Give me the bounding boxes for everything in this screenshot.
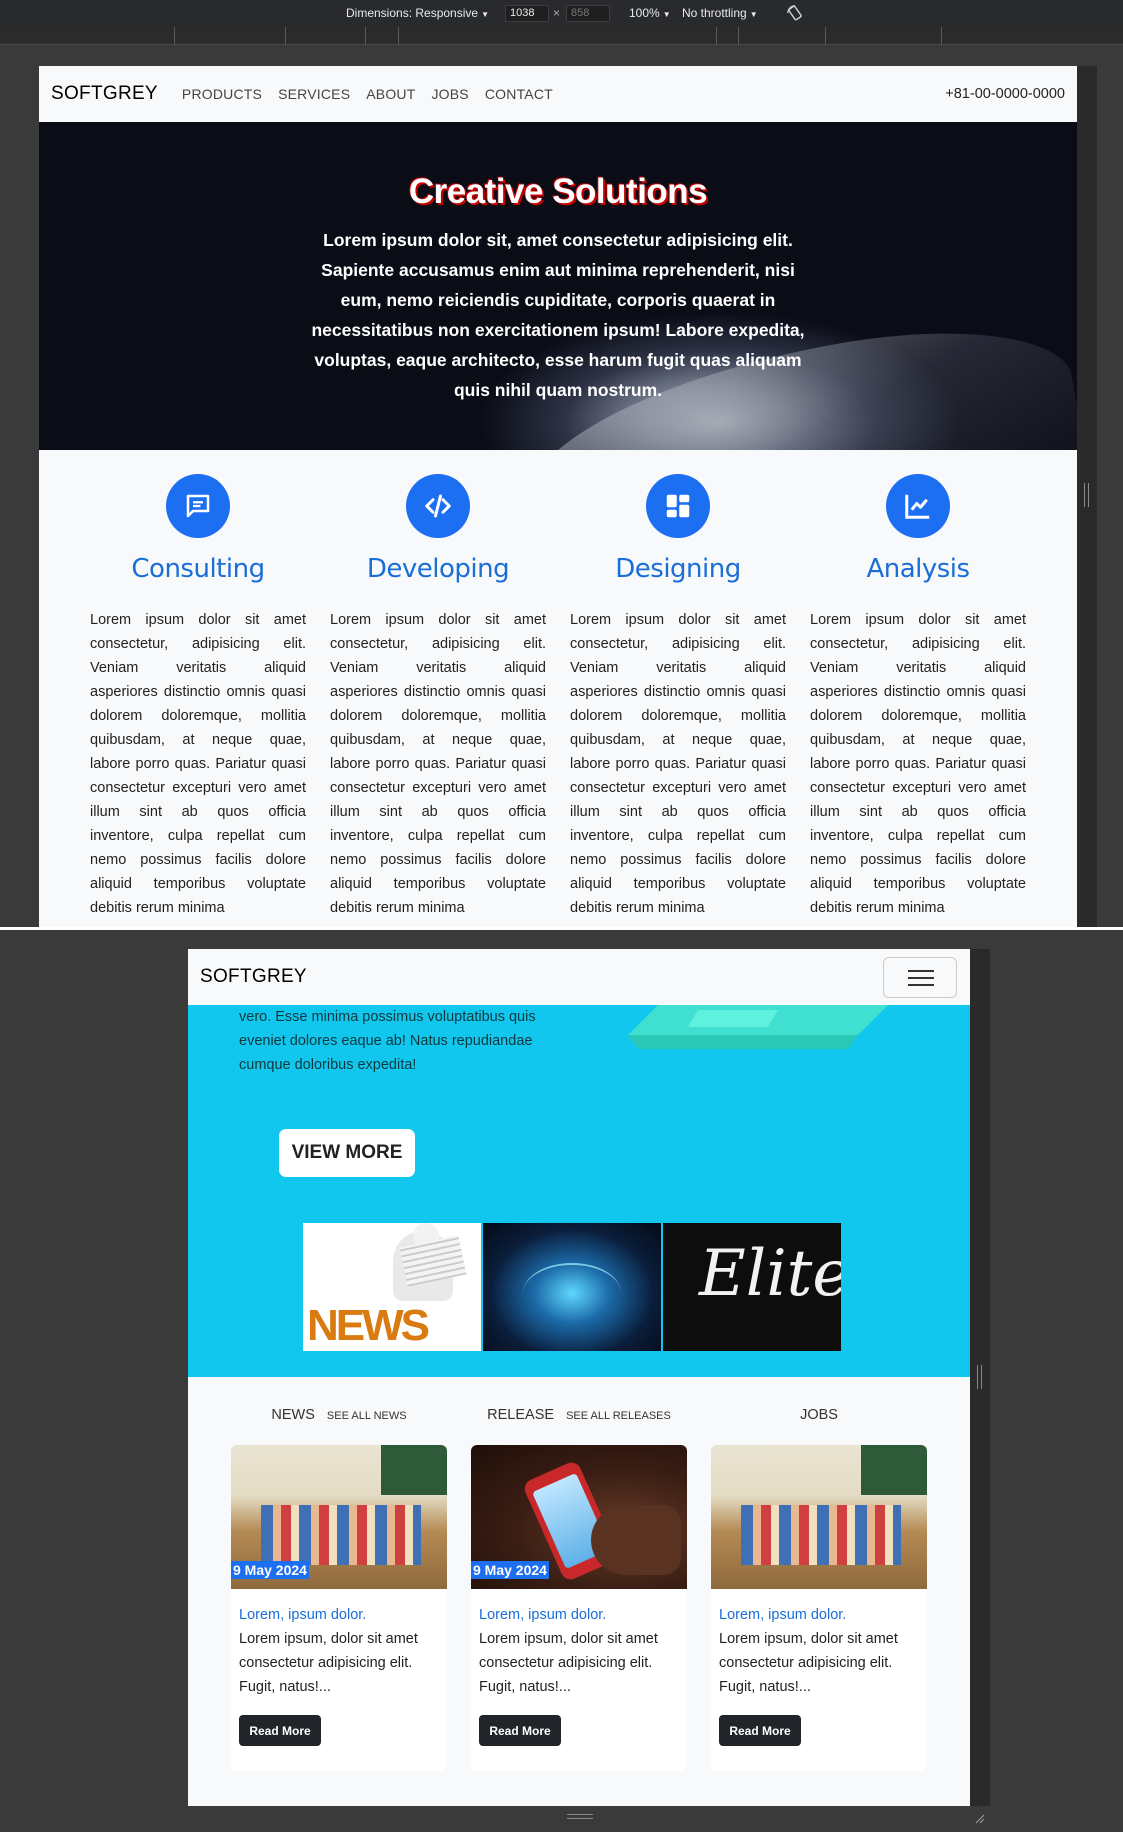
laptop-image bbox=[628, 1005, 888, 1049]
chevron-down-icon: ▼ bbox=[481, 10, 489, 19]
hero-text: Lorem ipsum dolor sit, amet consectetur … bbox=[311, 230, 805, 400]
feed-column: NEWS SEE ALL NEWS 9 May 2024 Lorem, ipsum… bbox=[231, 1407, 447, 1771]
height-input[interactable]: 858 bbox=[566, 5, 610, 22]
viewport-mobile: SOFTGREY vero. Esse minima possimus volu… bbox=[188, 949, 970, 1806]
grid-layout-icon bbox=[646, 474, 710, 538]
read-more-button[interactable]: Read More bbox=[719, 1715, 801, 1746]
feeds-section: NEWS SEE ALL NEWS 9 May 2024 Lorem, ipsum… bbox=[188, 1377, 970, 1771]
zoom-label: 100% bbox=[629, 6, 660, 20]
chevron-down-icon: ▼ bbox=[749, 10, 758, 19]
navbar-mobile: SOFTGREY bbox=[188, 949, 970, 1005]
hamburger-menu-icon[interactable] bbox=[883, 957, 957, 998]
dimensions-label: Dimensions: Responsive bbox=[346, 6, 479, 20]
navbar: SOFTGREY PRODUCTS SERVICES ABOUT JOBS CO… bbox=[39, 66, 1077, 122]
media-query-ruler[interactable] bbox=[0, 27, 1123, 45]
throttling-label: No throttling bbox=[682, 6, 747, 20]
read-more-button[interactable]: Read More bbox=[479, 1715, 561, 1746]
news-thumbnail-caption: NEWS bbox=[307, 1301, 430, 1350]
viewport-desktop: SOFTGREY PRODUCTS SERVICES ABOUT JOBS CO… bbox=[39, 66, 1077, 927]
card-text: Lorem ipsum, dolor sit amet consectetur … bbox=[719, 1631, 898, 1695]
news-thumbnail[interactable]: NEWS bbox=[303, 1223, 481, 1351]
card-text: Lorem ipsum, dolor sit amet consectetur … bbox=[479, 1631, 658, 1695]
date-badge: 9 May 2024 bbox=[471, 1561, 549, 1579]
date-badge: 9 May 2024 bbox=[231, 1561, 309, 1579]
devtools-toolbar: Dimensions: Responsive ▼ 1038 × 858 100% ▼… bbox=[0, 0, 1123, 27]
service-title: Consulting bbox=[131, 554, 265, 584]
service-text: Lorem ipsum dolor sit amet consectetur, … bbox=[810, 612, 1026, 916]
service-text: Lorem ipsum dolor sit amet consectetur, … bbox=[330, 612, 546, 916]
card-text: Lorem ipsum, dolor sit amet consectetur … bbox=[239, 1631, 418, 1695]
bottom-resize-handle-icon[interactable] bbox=[567, 1814, 593, 1819]
service-card: Consulting Lorem ipsum dolor sit amet co… bbox=[90, 474, 306, 920]
card-title[interactable]: Lorem, ipsum dolor. bbox=[239, 1607, 439, 1623]
service-title: Designing bbox=[615, 554, 741, 584]
card-title[interactable]: Lorem, ipsum dolor. bbox=[719, 1607, 919, 1623]
feed-column: JOBS Lorem, ipsum dolor. Lorem ipsum, do… bbox=[711, 1407, 927, 1771]
see-all-link[interactable]: SEE ALL NEWS bbox=[327, 1410, 407, 1422]
dimensions-dropdown[interactable]: Dimensions: Responsive ▼ bbox=[346, 6, 489, 20]
thumbnail-strip: NEWS Elite bbox=[303, 1223, 843, 1351]
jobs-card: Lorem, ipsum dolor. Lorem ipsum, dolor s… bbox=[711, 1445, 927, 1771]
code-icon bbox=[406, 474, 470, 538]
promo-text: vero. Esse minima possimus voluptatibus … bbox=[239, 1009, 536, 1073]
service-card: Developing Lorem ipsum dolor sit amet co… bbox=[330, 474, 546, 920]
news-card: 9 May 2024 Lorem, ipsum dolor. Lorem ips… bbox=[231, 1445, 447, 1771]
nav-link-jobs[interactable]: JOBS bbox=[431, 86, 468, 102]
services-section: Consulting Lorem ipsum dolor sit amet co… bbox=[39, 450, 1077, 920]
service-card: Designing Lorem ipsum dolor sit amet con… bbox=[570, 474, 786, 920]
hero-banner: Creative Solutions Lorem ipsum dolor sit… bbox=[39, 122, 1077, 450]
feed-heading: JOBS bbox=[800, 1407, 838, 1423]
corner-resize-icon[interactable] bbox=[973, 1812, 985, 1824]
elite-thumbnail-caption: Elite bbox=[699, 1237, 841, 1311]
book-thumbnail[interactable] bbox=[483, 1223, 661, 1351]
read-more-button[interactable]: Read More bbox=[239, 1715, 321, 1746]
see-all-link[interactable]: SEE ALL RELEASES bbox=[566, 1410, 671, 1422]
chevron-down-icon: ▼ bbox=[662, 10, 671, 19]
promo-section: vero. Esse minima possimus voluptatibus … bbox=[188, 1005, 970, 1377]
phone-image: 9 May 2024 bbox=[471, 1445, 687, 1589]
split-divider bbox=[0, 927, 1123, 930]
nav-link-contact[interactable]: CONTACT bbox=[485, 86, 553, 102]
phone-number[interactable]: +81-00-0000-0000 bbox=[945, 86, 1065, 102]
nav-link-services[interactable]: SERVICES bbox=[278, 86, 350, 102]
release-card: 9 May 2024 Lorem, ipsum dolor. Lorem ips… bbox=[471, 1445, 687, 1771]
nav-link-about[interactable]: ABOUT bbox=[366, 86, 415, 102]
service-text: Lorem ipsum dolor sit amet consectetur, … bbox=[570, 612, 786, 916]
zoom-dropdown[interactable]: 100% ▼ bbox=[629, 6, 671, 20]
service-title: Developing bbox=[366, 554, 510, 584]
brand-logo[interactable]: SOFTGREY bbox=[51, 83, 158, 105]
feed-heading: RELEASE bbox=[487, 1407, 555, 1423]
resize-handle-icon[interactable] bbox=[977, 1365, 982, 1389]
feed-column: RELEASE SEE ALL RELEASES 9 May 2024 Lorem… bbox=[471, 1407, 687, 1771]
width-input[interactable]: 1038 bbox=[505, 5, 549, 22]
classroom-image bbox=[711, 1445, 927, 1589]
times-symbol: × bbox=[553, 6, 561, 20]
service-title: Analysis bbox=[866, 554, 970, 584]
resize-handle-icon[interactable] bbox=[1084, 483, 1089, 507]
hero-title: Creative Solutions bbox=[408, 172, 708, 211]
throttling-dropdown[interactable]: No throttling ▼ bbox=[682, 6, 758, 20]
line-chart-icon bbox=[886, 474, 950, 538]
brand-logo[interactable]: SOFTGREY bbox=[200, 966, 307, 988]
elite-thumbnail[interactable]: Elite bbox=[663, 1223, 841, 1351]
nav-link-products[interactable]: PRODUCTS bbox=[182, 86, 262, 102]
view-more-button[interactable]: VIEW MORE bbox=[279, 1129, 415, 1177]
rotate-icon[interactable] bbox=[786, 4, 804, 22]
card-title[interactable]: Lorem, ipsum dolor. bbox=[479, 1607, 679, 1623]
service-text: Lorem ipsum dolor sit amet consectetur, … bbox=[90, 612, 306, 916]
feed-heading: NEWS bbox=[271, 1407, 315, 1423]
chat-icon bbox=[166, 474, 230, 538]
service-card: Analysis Lorem ipsum dolor sit amet cons… bbox=[810, 474, 1026, 920]
classroom-image: 9 May 2024 bbox=[231, 1445, 447, 1589]
